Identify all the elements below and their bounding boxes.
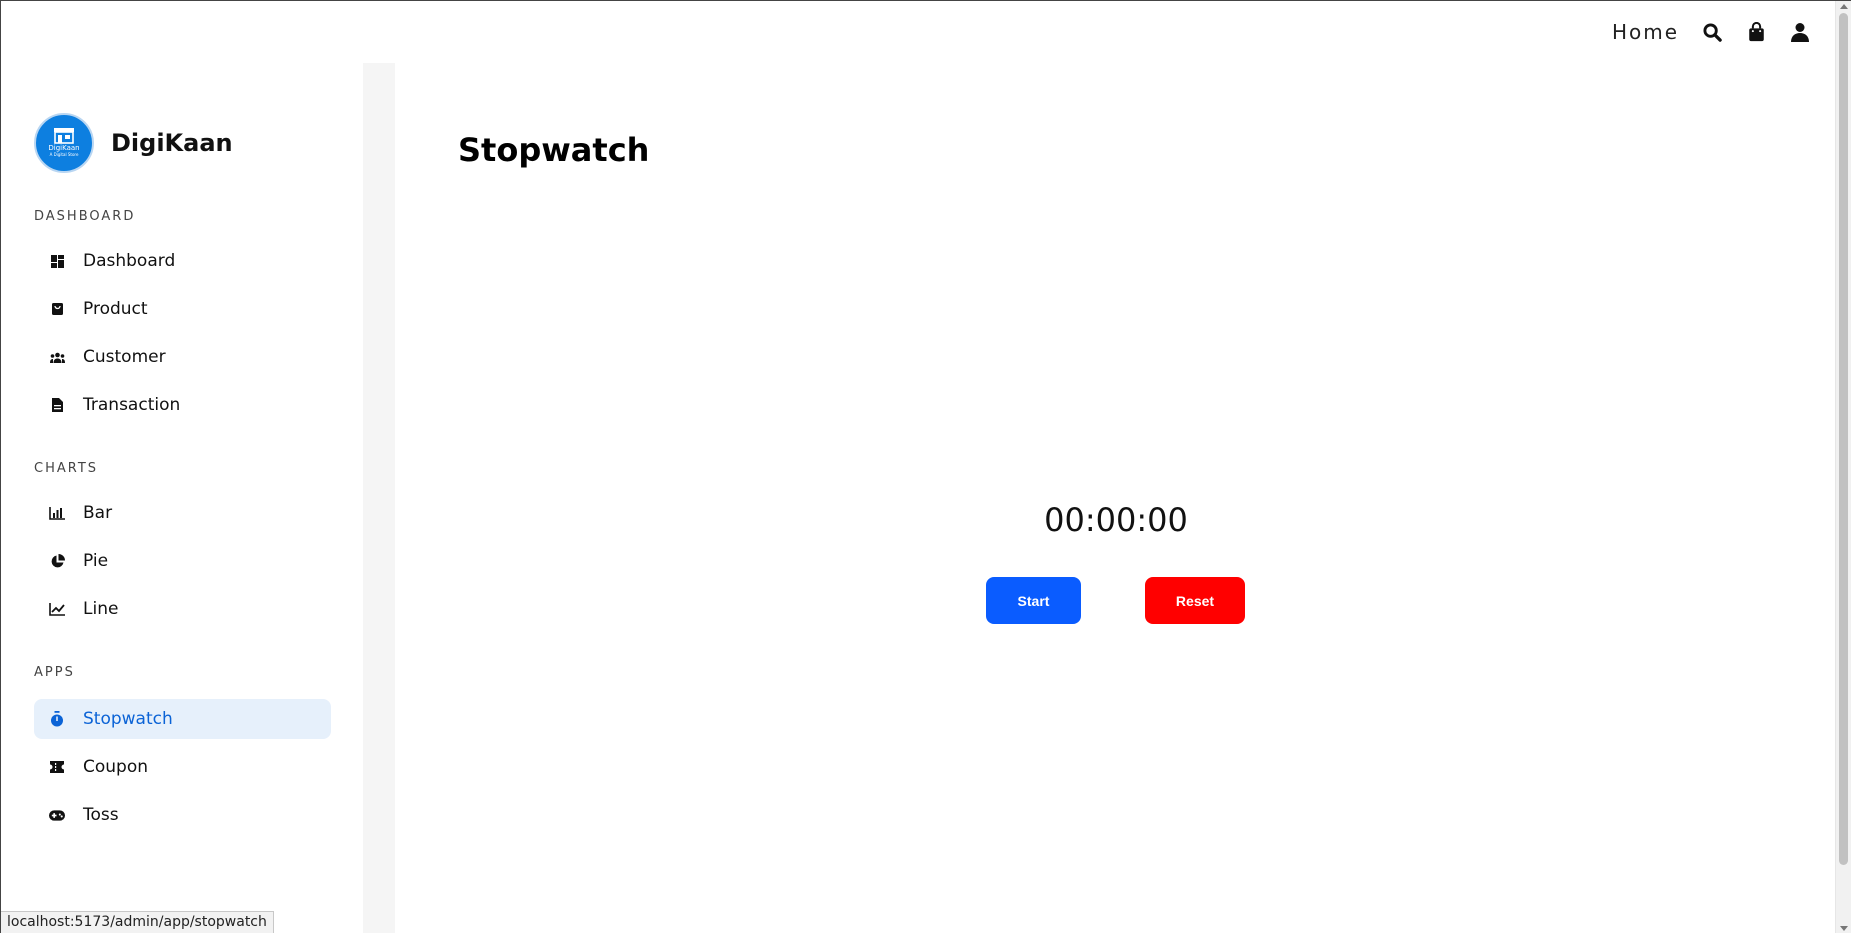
- sidebar-item-label: Product: [83, 299, 148, 319]
- page-title: Stopwatch: [458, 131, 650, 169]
- sidebar-item-line[interactable]: Line: [34, 589, 331, 629]
- brand-name: DigiKaan: [111, 129, 233, 157]
- sidebar: DigiKaan A Digital Store DigiKaan DASHBO…: [1, 63, 363, 933]
- sidebar-item-label: Coupon: [83, 757, 149, 777]
- gamepad-icon: [49, 807, 65, 823]
- sidebar-item-label: Toss: [83, 805, 119, 825]
- home-link[interactable]: Home: [1612, 20, 1679, 44]
- pie-chart-icon: [49, 553, 65, 569]
- section-title-charts: CHARTS: [34, 461, 99, 476]
- stopwatch-icon: [49, 711, 65, 727]
- store-icon: [54, 128, 74, 144]
- status-bar-url: localhost:5173/admin/app/stopwatch: [1, 911, 274, 933]
- sidebar-item-label: Customer: [83, 347, 166, 367]
- section-title-apps: APPS: [34, 665, 75, 680]
- brand[interactable]: DigiKaan A Digital Store DigiKaan: [34, 113, 233, 173]
- sidebar-item-label: Transaction: [83, 395, 181, 415]
- top-navigation: Home: [1612, 15, 1811, 49]
- sidebar-item-coupon[interactable]: Coupon: [34, 747, 331, 787]
- sidebar-item-label: Line: [83, 599, 119, 619]
- sidebar-item-dashboard[interactable]: Dashboard: [34, 241, 331, 281]
- sidebar-item-bar[interactable]: Bar: [34, 493, 331, 533]
- stopwatch-display: 00:00:00: [1044, 501, 1188, 539]
- coupon-icon: [49, 759, 65, 775]
- bar-chart-icon: [49, 505, 65, 521]
- vertical-scrollbar[interactable]: [1835, 1, 1851, 933]
- line-chart-icon: [49, 601, 65, 617]
- scroll-up-arrow-icon[interactable]: [1840, 4, 1848, 9]
- document-icon: [49, 397, 65, 413]
- sidebar-item-toss[interactable]: Toss: [34, 795, 331, 835]
- customers-icon: [49, 349, 65, 365]
- section-title-dashboard: DASHBOARD: [34, 209, 136, 224]
- reset-button[interactable]: Reset: [1145, 577, 1245, 624]
- scroll-down-arrow-icon[interactable]: [1840, 926, 1848, 931]
- sidebar-item-label: Bar: [83, 503, 113, 523]
- search-icon[interactable]: [1701, 21, 1723, 43]
- sidebar-item-stopwatch[interactable]: Stopwatch: [34, 699, 331, 739]
- sidebar-item-label: Dashboard: [83, 251, 176, 271]
- brand-logo: DigiKaan A Digital Store: [34, 113, 94, 173]
- sidebar-divider: [363, 63, 395, 933]
- dashboard-icon: [49, 253, 65, 269]
- sidebar-item-product[interactable]: Product: [34, 289, 331, 329]
- sidebar-item-transaction[interactable]: Transaction: [34, 385, 331, 425]
- sidebar-item-label: Stopwatch: [83, 709, 173, 729]
- shopping-bag-icon[interactable]: [1745, 21, 1767, 43]
- user-icon[interactable]: [1789, 21, 1811, 43]
- scrollbar-thumb[interactable]: [1839, 13, 1848, 865]
- logo-subtext: A Digital Store: [49, 152, 79, 157]
- product-bag-icon: [49, 301, 65, 317]
- logo-text: DigiKaan: [48, 144, 80, 152]
- sidebar-item-customer[interactable]: Customer: [34, 337, 331, 377]
- sidebar-item-pie[interactable]: Pie: [34, 541, 331, 581]
- sidebar-item-label: Pie: [83, 551, 109, 571]
- start-button[interactable]: Start: [986, 577, 1081, 624]
